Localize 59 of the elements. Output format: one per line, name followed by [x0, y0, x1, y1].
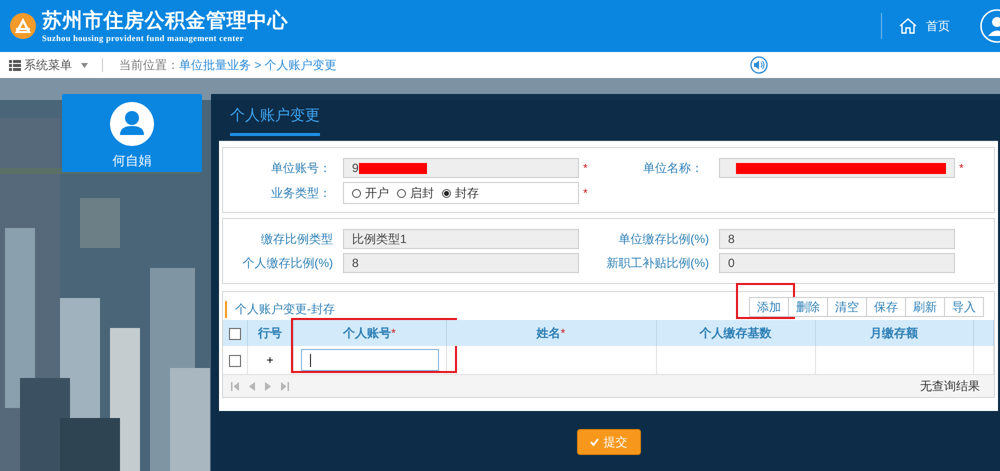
- list-icon: [9, 60, 21, 70]
- user-name: 何自娟: [112, 152, 152, 170]
- field-label: 单位名称：: [642, 160, 704, 176]
- toolbar-button[interactable]: 清空: [827, 297, 867, 317]
- radio-option[interactable]: 封存: [442, 184, 479, 202]
- checkbox[interactable]: [228, 354, 241, 367]
- column-header: 姓名*: [536, 326, 566, 340]
- text-field[interactable]: 9: [343, 158, 579, 178]
- text-field[interactable]: [719, 158, 955, 178]
- column-header: 行号: [258, 326, 282, 340]
- radio-button[interactable]: [352, 188, 361, 198]
- field-label: 业务类型：: [270, 184, 332, 202]
- first-page-icon[interactable]: [231, 382, 239, 390]
- site-subtitle: Suzhou housing provident fund management center: [42, 33, 245, 43]
- row-number: +: [266, 353, 274, 367]
- column-header: 个人账号*: [343, 326, 396, 340]
- text-field[interactable]: 0: [719, 253, 955, 273]
- field-label: 单位缴存比例(%): [617, 230, 710, 248]
- required-mark: *: [582, 161, 589, 175]
- avatar-icon: [110, 102, 154, 146]
- caret-icon: [81, 62, 88, 68]
- field-label: 单位账号：: [270, 160, 332, 176]
- next-page-icon[interactable]: [265, 382, 271, 390]
- input-field[interactable]: [300, 349, 438, 371]
- required-mark: *: [958, 161, 965, 175]
- house-icon: [898, 17, 918, 35]
- home-link[interactable]: 首页: [898, 17, 950, 35]
- radio-button[interactable]: [397, 188, 406, 198]
- previous-page-icon[interactable]: [249, 382, 255, 390]
- location-label: 当前位置：: [119, 56, 179, 74]
- breadcrumb-link[interactable]: 单位批量业务 > 个人账户变更: [179, 56, 337, 74]
- checkbox[interactable]: [228, 328, 241, 340]
- toolbar-button[interactable]: 保存: [866, 297, 906, 317]
- radio-button[interactable]: [442, 188, 451, 198]
- toolbar-button[interactable]: 刷新: [905, 297, 945, 317]
- column-header: 月缴存额: [870, 326, 918, 340]
- text-field[interactable]: 8: [343, 253, 579, 273]
- field-label: 缴存比例类型: [260, 230, 334, 248]
- grid-title: 个人账户变更-封存: [225, 300, 335, 318]
- tab[interactable]: 个人账户变更: [230, 98, 320, 136]
- required-mark: *: [582, 186, 589, 200]
- speaker-icon[interactable]: [750, 56, 768, 74]
- field-label: 新职工补贴比例(%): [605, 254, 710, 272]
- toolbar-button[interactable]: 添加: [749, 297, 789, 317]
- site-title: 苏州市住房公积金管理中心: [42, 9, 288, 33]
- system-menu[interactable]: 系统菜单: [9, 56, 88, 74]
- check-icon: [590, 438, 598, 446]
- text-field[interactable]: 比例类型1: [343, 229, 579, 249]
- last-page-icon[interactable]: [281, 382, 289, 390]
- toolbar-button[interactable]: 导入: [944, 297, 984, 317]
- column-header: 个人缴存基数: [700, 326, 772, 340]
- field-label: 个人缴存比例(%): [241, 254, 334, 272]
- avatar-icon[interactable]: [980, 9, 1000, 43]
- text-field[interactable]: 8: [719, 229, 955, 249]
- logo-icon: [10, 13, 36, 39]
- radio-option[interactable]: 开户: [352, 184, 389, 202]
- empty-message: 无查询结果: [920, 378, 980, 394]
- toolbar-button[interactable]: 删除: [788, 297, 828, 317]
- radio-option[interactable]: 启封: [397, 184, 434, 202]
